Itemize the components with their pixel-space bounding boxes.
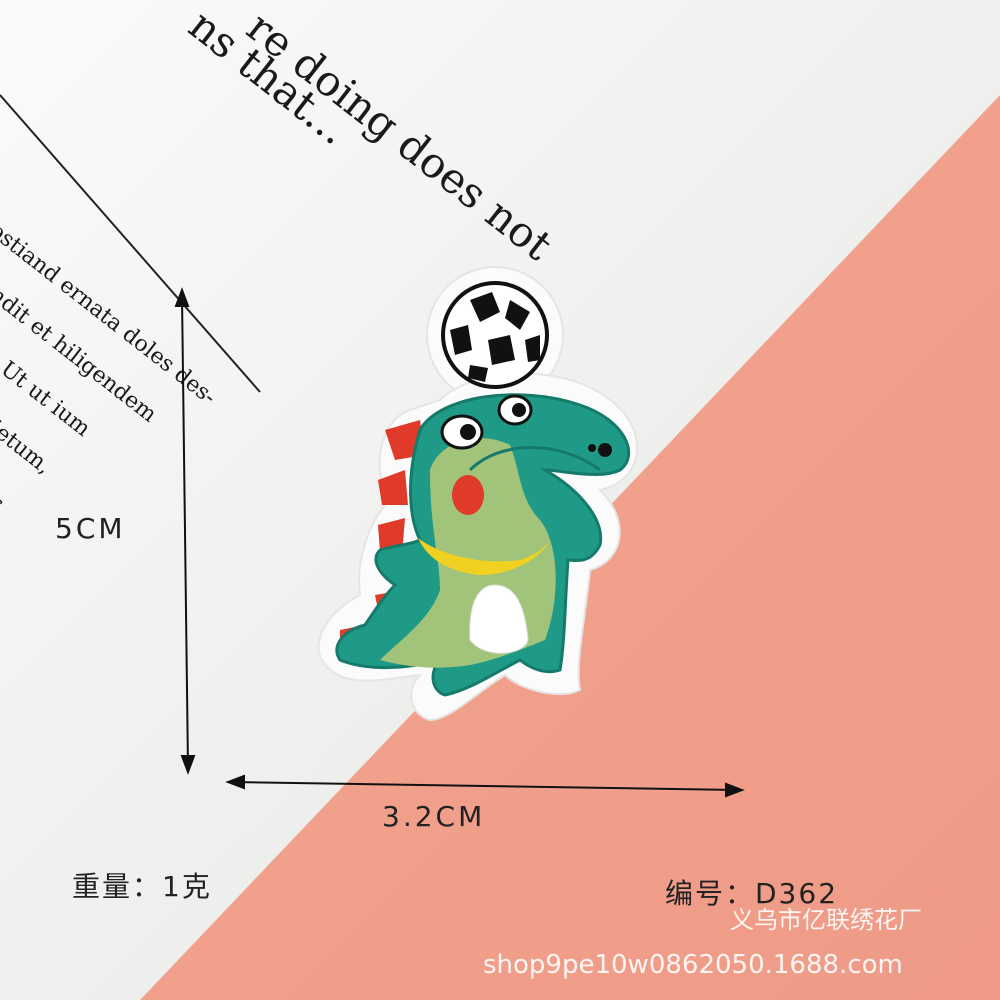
height-label: 5CM (55, 512, 126, 545)
width-label: 3.2CM (382, 800, 486, 833)
dinosaur-patch (317, 266, 639, 722)
weight-label: 重量：1克 (72, 870, 212, 903)
shop-name-watermark: 义乌市亿联绣花厂 (730, 906, 922, 934)
shop-url-watermark: shop9pe10w0862050.1688.com (483, 950, 903, 980)
